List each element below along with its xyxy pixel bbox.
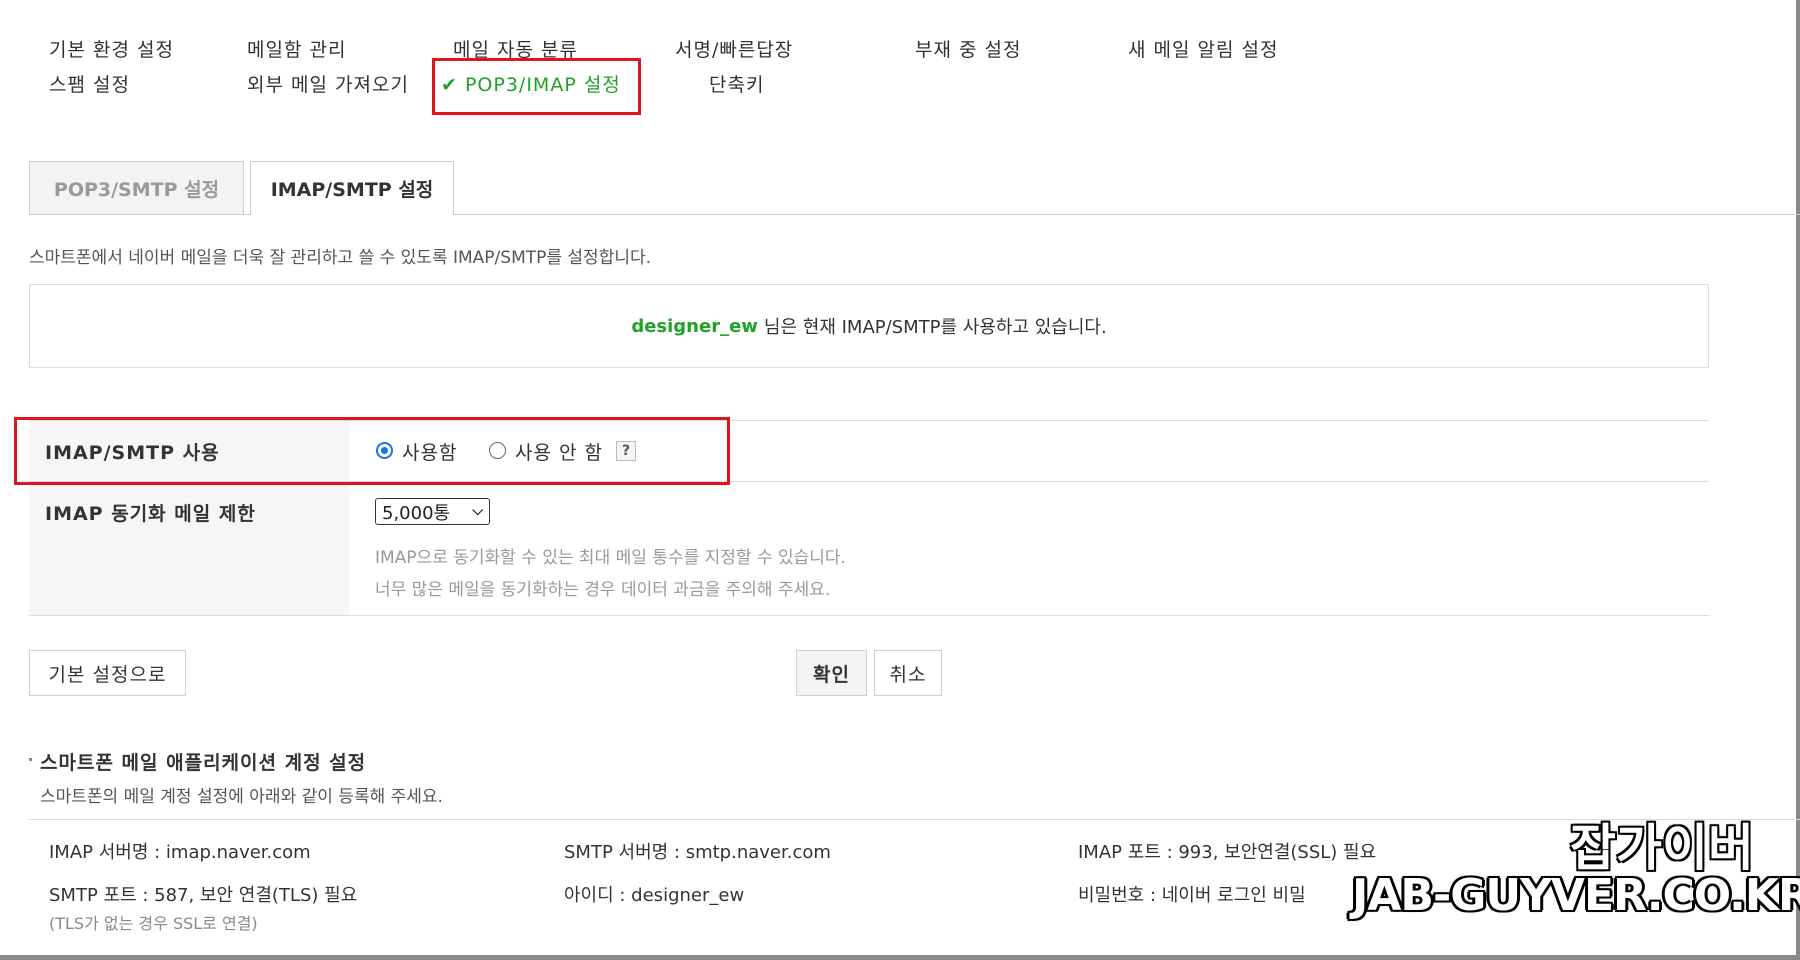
- menu-item-new-mail-alert[interactable]: 새 메일 알림 설정: [1128, 35, 1278, 62]
- menu-item-pop3-imap[interactable]: ✔ POP3/IMAP 설정: [441, 70, 621, 97]
- radio-imap-on-label[interactable]: 사용함: [402, 438, 457, 465]
- sync-limit-hint-2: 너무 많은 메일을 동기화하는 경우 데이터 과금을 주의해 주세요.: [375, 580, 831, 600]
- page-description: 스마트폰에서 네이버 메일을 더욱 잘 관리하고 쓸 수 있도록 IMAP/SM…: [29, 248, 652, 268]
- help-icon[interactable]: ?: [616, 441, 636, 461]
- smartphone-section-title: 스마트폰 메일 애플리케이션 계정 설정: [40, 752, 367, 774]
- sync-limit-select[interactable]: 5,000통 ⌵: [375, 498, 490, 525]
- tab-imap-smtp[interactable]: IMAP/SMTP 설정: [250, 161, 454, 215]
- menu-item-pop3-imap-label: POP3/IMAP 설정: [464, 74, 621, 96]
- imap-server-info: IMAP 서버명 : imap.naver.com: [49, 842, 311, 863]
- tab-pop3-smtp[interactable]: POP3/SMTP 설정: [29, 161, 244, 215]
- radio-imap-off[interactable]: [489, 442, 506, 459]
- section-bullet: [29, 758, 32, 761]
- smartphone-section-subtitle: 스마트폰의 메일 계정 설정에 아래와 같이 등록해 주세요.: [40, 787, 443, 807]
- menu-item-signature[interactable]: 서명/빠른답장: [675, 35, 793, 62]
- status-username: designer_ew: [631, 315, 758, 337]
- smtp-port-note: (TLS가 없는 경우 SSL로 연결): [49, 914, 258, 933]
- table-bottom-border: [29, 615, 1709, 616]
- imap-port-info: IMAP 포트 : 993, 보안연결(SSL) 필요: [1078, 842, 1377, 863]
- imap-use-label: IMAP/SMTP 사용: [45, 442, 220, 464]
- sync-limit-label: IMAP 동기화 메일 제한: [45, 503, 256, 525]
- radio-imap-on[interactable]: [376, 442, 393, 459]
- sync-limit-hint-1: IMAP으로 동기화할 수 있는 최대 메일 통수를 지정할 수 있습니다.: [375, 548, 846, 568]
- reset-button[interactable]: 기본 설정으로: [29, 650, 186, 696]
- menu-item-spam[interactable]: 스팸 설정: [49, 70, 130, 97]
- menu-item-auto-sort[interactable]: 메일 자동 분류: [453, 35, 578, 62]
- menu-item-away[interactable]: 부재 중 설정: [915, 35, 1021, 62]
- status-box: designer_ew 님은 현재 IMAP/SMTP를 사용하고 있습니다.: [29, 284, 1709, 368]
- confirm-button[interactable]: 확인: [796, 650, 867, 696]
- password-info: 비밀번호 : 네이버 로그인 비밀: [1078, 885, 1306, 906]
- menu-item-external-mail[interactable]: 외부 메일 가져오기: [247, 70, 409, 97]
- menu-item-general[interactable]: 기본 환경 설정: [49, 35, 174, 62]
- sync-limit-value: 5,000통: [382, 502, 451, 524]
- smtp-port-info: SMTP 포트 : 587, 보안 연결(TLS) 필요: [49, 885, 358, 906]
- id-info: 아이디 : designer_ew: [564, 885, 745, 906]
- cancel-button[interactable]: 취소: [874, 650, 942, 696]
- smtp-server-info: SMTP 서버명 : smtp.naver.com: [564, 842, 831, 863]
- watermark-url: JAB-GUYVER.CO.KR: [1352, 870, 1800, 921]
- menu-item-mailbox[interactable]: 메일함 관리: [247, 35, 346, 62]
- section-divider: [29, 819, 1800, 820]
- radio-imap-off-label[interactable]: 사용 안 함: [515, 438, 603, 465]
- menu-item-shortcuts[interactable]: 단축키: [709, 70, 764, 97]
- check-icon: ✔: [441, 74, 458, 96]
- status-message: 님은 현재 IMAP/SMTP를 사용하고 있습니다.: [763, 317, 1107, 338]
- chevron-down-icon: ⌵: [472, 503, 483, 519]
- table-row-divider: [29, 481, 1709, 482]
